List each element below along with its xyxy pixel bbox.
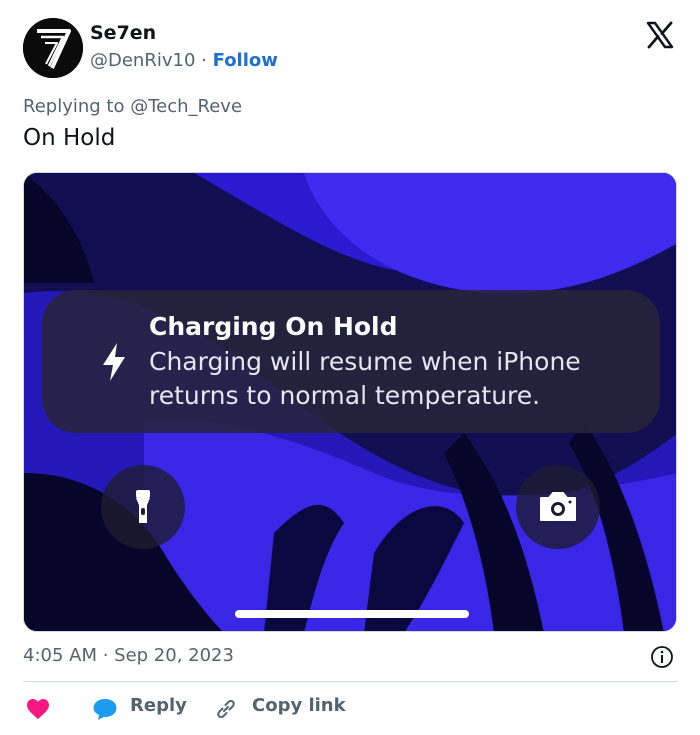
reply-bubble-icon[interactable] — [92, 697, 118, 721]
avatar-seven-logo — [23, 18, 83, 78]
camera-button[interactable] — [516, 465, 600, 549]
heart-icon[interactable] — [26, 698, 50, 720]
avatar[interactable] — [23, 18, 83, 78]
user-handle[interactable]: @DenRiv10 — [90, 50, 195, 71]
tweet-timestamp[interactable]: 4:05 AM · Sep 20, 2023 — [23, 645, 234, 666]
follow-button[interactable]: Follow — [213, 50, 278, 71]
handle-line: @DenRiv10 · Follow — [90, 50, 278, 71]
replying-to[interactable]: Replying to @Tech_Reve — [23, 96, 242, 117]
x-logo-icon[interactable] — [645, 20, 675, 50]
flashlight-button[interactable] — [101, 465, 185, 549]
flashlight-icon — [136, 490, 150, 523]
copy-link-button[interactable]: Copy link — [252, 695, 346, 716]
info-icon[interactable] — [650, 645, 674, 669]
link-icon[interactable] — [214, 697, 238, 721]
action-bar: Reply Copy link — [0, 690, 700, 726]
tweet-media-image[interactable]: Charging On Hold Charging will resume wh… — [23, 172, 677, 632]
tweet-text: On Hold — [23, 125, 116, 151]
notification-title: Charging On Hold — [149, 312, 398, 341]
home-indicator-bar — [235, 610, 469, 618]
bolt-icon — [103, 343, 125, 381]
divider — [23, 681, 677, 682]
notification-body: Charging will resume when iPhone returns… — [149, 347, 581, 410]
display-name[interactable]: Se7en — [90, 22, 156, 44]
camera-icon — [540, 492, 576, 521]
charging-notification[interactable]: Charging On Hold Charging will resume wh… — [42, 290, 660, 433]
separator-dot: · — [201, 50, 207, 71]
reply-button[interactable]: Reply — [130, 695, 187, 716]
